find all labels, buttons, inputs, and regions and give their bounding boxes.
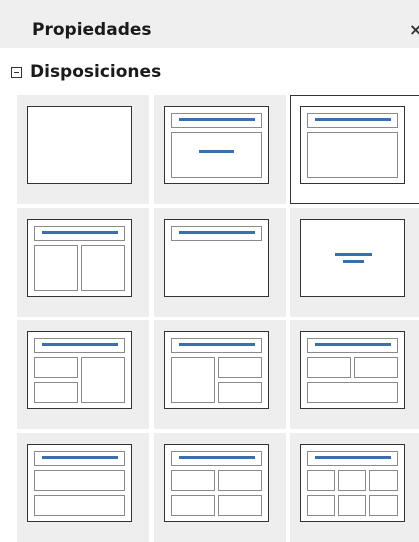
- layout-preview: [300, 331, 405, 409]
- layout-preview: [300, 219, 405, 297]
- panel-title: Propiedades: [32, 20, 152, 40]
- layout-title-only[interactable]: [154, 208, 286, 317]
- layout-preview: [27, 219, 132, 297]
- layout-title-6-content[interactable]: [290, 433, 419, 542]
- layout-title-2-content-over-content[interactable]: [290, 320, 419, 429]
- layout-title-content-and-2-content[interactable]: [154, 320, 286, 429]
- layout-grid: [17, 95, 419, 542]
- collapse-minus-icon[interactable]: [11, 67, 22, 78]
- properties-panel: Propiedades × Disposiciones: [0, 0, 419, 542]
- layout-title-content-centered[interactable]: [154, 95, 286, 204]
- layout-blank[interactable]: [17, 95, 149, 204]
- layout-preview: [300, 444, 405, 522]
- layout-title-content[interactable]: [290, 95, 419, 204]
- panel-title-bar: Propiedades ×: [0, 0, 419, 48]
- layout-preview: [27, 331, 132, 409]
- layout-title-2-content-and-content[interactable]: [17, 320, 149, 429]
- layout-preview: [27, 444, 132, 522]
- layout-title-4-content[interactable]: [154, 433, 286, 542]
- section-title: Disposiciones: [30, 62, 162, 82]
- layout-title-content-over-content[interactable]: [17, 433, 149, 542]
- layout-preview: [27, 106, 132, 184]
- layout-preview: [164, 331, 269, 409]
- layout-preview: [164, 219, 269, 297]
- layout-title-2-content[interactable]: [17, 208, 149, 317]
- layout-preview: [164, 106, 269, 184]
- layout-preview: [300, 106, 405, 184]
- close-icon[interactable]: ×: [409, 20, 419, 39]
- layout-centered-text[interactable]: [290, 208, 419, 317]
- layouts-section-header[interactable]: Disposiciones: [0, 60, 419, 88]
- layout-preview: [164, 444, 269, 522]
